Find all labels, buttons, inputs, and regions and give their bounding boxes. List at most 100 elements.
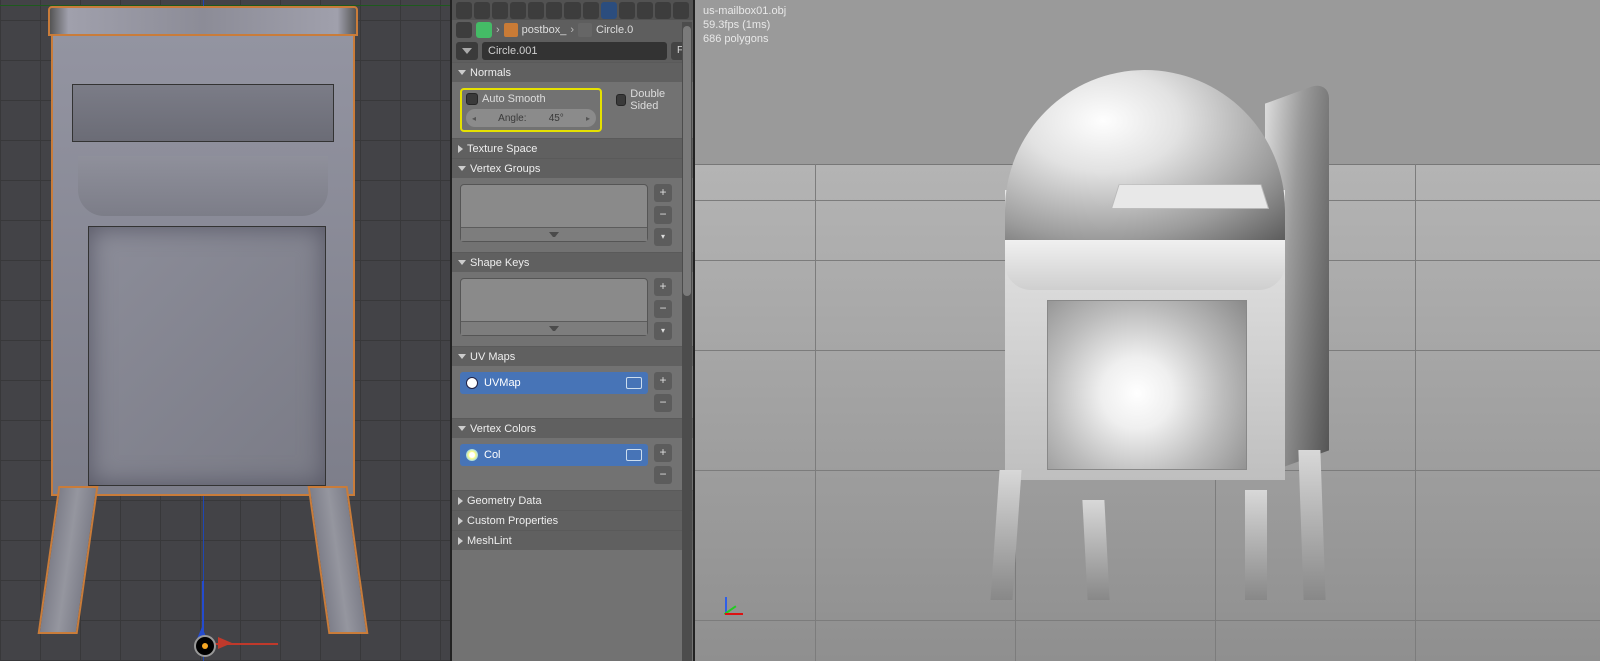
disclosure-closed-icon xyxy=(458,145,463,153)
vg-menu-button[interactable]: ▾ xyxy=(654,228,672,246)
section-uv-maps-title: UV Maps xyxy=(470,351,515,363)
properties-header-icons xyxy=(452,0,693,20)
ctx-object-icon[interactable] xyxy=(546,2,562,19)
model-leg xyxy=(1298,450,1325,600)
active-render-icon[interactable] xyxy=(626,377,642,389)
breadcrumb: › postbox_ › Circle.0 xyxy=(452,20,693,40)
ctx-world-icon[interactable] xyxy=(528,2,544,19)
ctx-physics-icon[interactable] xyxy=(673,2,689,19)
auto-smooth-label: Auto Smooth xyxy=(482,93,546,105)
ctx-material-icon[interactable] xyxy=(619,2,635,19)
vg-remove-button[interactable]: − xyxy=(654,206,672,224)
vc-remove-button[interactable]: − xyxy=(654,466,672,484)
section-shape-keys: Shape Keys + − ▾ xyxy=(452,252,693,346)
viewer-info: us-mailbox01.obj 59.3fps (1ms) 686 polyg… xyxy=(703,4,786,46)
props-scrollbar[interactable] xyxy=(682,22,692,661)
ctx-data-icon[interactable] xyxy=(601,2,617,19)
ctx-layers-icon[interactable] xyxy=(492,2,508,19)
auto-smooth-angle-field[interactable]: ◂ Angle: 45° ▸ xyxy=(466,109,596,127)
grid-line xyxy=(695,620,1600,621)
section-meshlint: MeshLint xyxy=(452,530,693,550)
double-sided-checkbox[interactable]: Double Sided xyxy=(616,88,685,112)
section-uv-maps-header[interactable]: UV Maps xyxy=(452,347,693,366)
section-custom-properties-title: Custom Properties xyxy=(467,515,558,527)
ctx-scene-icon[interactable] xyxy=(510,2,526,19)
vertex-groups-list[interactable] xyxy=(460,184,648,242)
section-shape-keys-header[interactable]: Shape Keys xyxy=(452,253,693,272)
list-specials-icon[interactable] xyxy=(461,321,647,335)
section-vertex-groups-title: Vertex Groups xyxy=(470,163,540,175)
ctx-texture-icon[interactable] xyxy=(637,2,653,19)
sk-remove-button[interactable]: − xyxy=(654,300,672,318)
grid-line xyxy=(815,164,816,661)
shape-keys-list[interactable] xyxy=(460,278,648,336)
viewer-filename: us-mailbox01.obj xyxy=(703,4,786,18)
section-texture-space-header[interactable]: Texture Space xyxy=(452,139,693,158)
mesh-top xyxy=(48,6,358,36)
section-vertex-colors: Vertex Colors Col + − xyxy=(452,418,693,490)
disclosure-closed-icon xyxy=(458,497,463,505)
vcol-item[interactable]: Col xyxy=(460,444,648,466)
uv-map-item[interactable]: UVMap xyxy=(460,372,648,394)
section-vertex-groups: Vertex Groups + − ▾ xyxy=(452,158,693,252)
model-leg xyxy=(1082,500,1109,600)
section-normals-header[interactable]: Normals xyxy=(452,63,693,82)
section-geometry-data-header[interactable]: Geometry Data xyxy=(452,491,693,510)
mesh-slot xyxy=(72,84,334,142)
viewer-fps: 59.3fps (1ms) xyxy=(703,18,786,32)
section-vertex-groups-header[interactable]: Vertex Groups xyxy=(452,159,693,178)
list-specials-icon[interactable] xyxy=(461,227,647,241)
auto-smooth-highlight: Auto Smooth ◂ Angle: 45° ▸ xyxy=(460,88,602,132)
object-icon xyxy=(504,23,518,37)
blender-3dview-left[interactable] xyxy=(0,0,450,661)
section-geometry-data-title: Geometry Data xyxy=(467,495,542,507)
ctx-modifiers-icon[interactable] xyxy=(583,2,599,19)
model-door xyxy=(1047,300,1247,470)
disclosure-open-icon xyxy=(458,260,466,265)
viewer-polys: 686 polygons xyxy=(703,32,786,46)
vcol-name: Col xyxy=(484,449,501,461)
manip-origin[interactable] xyxy=(194,635,216,657)
section-vertex-colors-header[interactable]: Vertex Colors xyxy=(452,419,693,438)
section-meshlint-header[interactable]: MeshLint xyxy=(452,531,693,550)
sk-add-button[interactable]: + xyxy=(654,278,672,296)
auto-smooth-checkbox[interactable]: Auto Smooth xyxy=(466,93,596,105)
datablock-browse-icon[interactable] xyxy=(456,42,478,60)
sk-menu-button[interactable]: ▾ xyxy=(654,322,672,340)
disclosure-open-icon xyxy=(458,354,466,359)
section-custom-properties: Custom Properties xyxy=(452,510,693,530)
uv-icon xyxy=(466,377,478,389)
bc-scene[interactable]: postbox_ xyxy=(522,24,567,36)
mailbox-3d-model[interactable] xyxy=(985,70,1335,600)
uv-add-button[interactable]: + xyxy=(654,372,672,390)
rna-icon[interactable] xyxy=(476,22,492,38)
editor-type-icon[interactable] xyxy=(456,2,472,19)
mailbox-front-mesh[interactable] xyxy=(48,6,358,634)
axis-gizmo xyxy=(725,589,751,615)
ctx-particles-icon[interactable] xyxy=(655,2,671,19)
external-viewer[interactable]: us-mailbox01.obj 59.3fps (1ms) 686 polyg… xyxy=(695,0,1600,661)
manip-x-arrow[interactable] xyxy=(218,637,232,649)
vg-add-button[interactable]: + xyxy=(654,184,672,202)
section-vertex-colors-title: Vertex Colors xyxy=(470,423,536,435)
uv-remove-button[interactable]: − xyxy=(654,394,672,412)
vc-add-button[interactable]: + xyxy=(654,444,672,462)
ctx-constraints-icon[interactable] xyxy=(564,2,580,19)
scrollbar-thumb[interactable] xyxy=(683,26,691,296)
angle-label: Angle: xyxy=(498,113,526,124)
datablock-name-input[interactable] xyxy=(482,42,667,60)
angle-dec-icon: ◂ xyxy=(472,114,476,123)
grid-line xyxy=(1415,164,1416,661)
bc-sep2: › xyxy=(570,24,574,36)
active-render-icon[interactable] xyxy=(626,449,642,461)
datablock-row: F xyxy=(452,40,693,62)
section-custom-properties-header[interactable]: Custom Properties xyxy=(452,511,693,530)
section-normals: Normals Auto Smooth ◂ Angle: 45° ▸ xyxy=(452,62,693,138)
section-geometry-data: Geometry Data xyxy=(452,490,693,510)
mesh-door xyxy=(88,226,326,486)
pin-icon[interactable] xyxy=(456,22,472,38)
ctx-render-icon[interactable] xyxy=(474,2,490,19)
model-bulge xyxy=(1005,240,1285,290)
mesh-icon xyxy=(578,23,592,37)
bc-object[interactable]: Circle.0 xyxy=(596,24,633,36)
